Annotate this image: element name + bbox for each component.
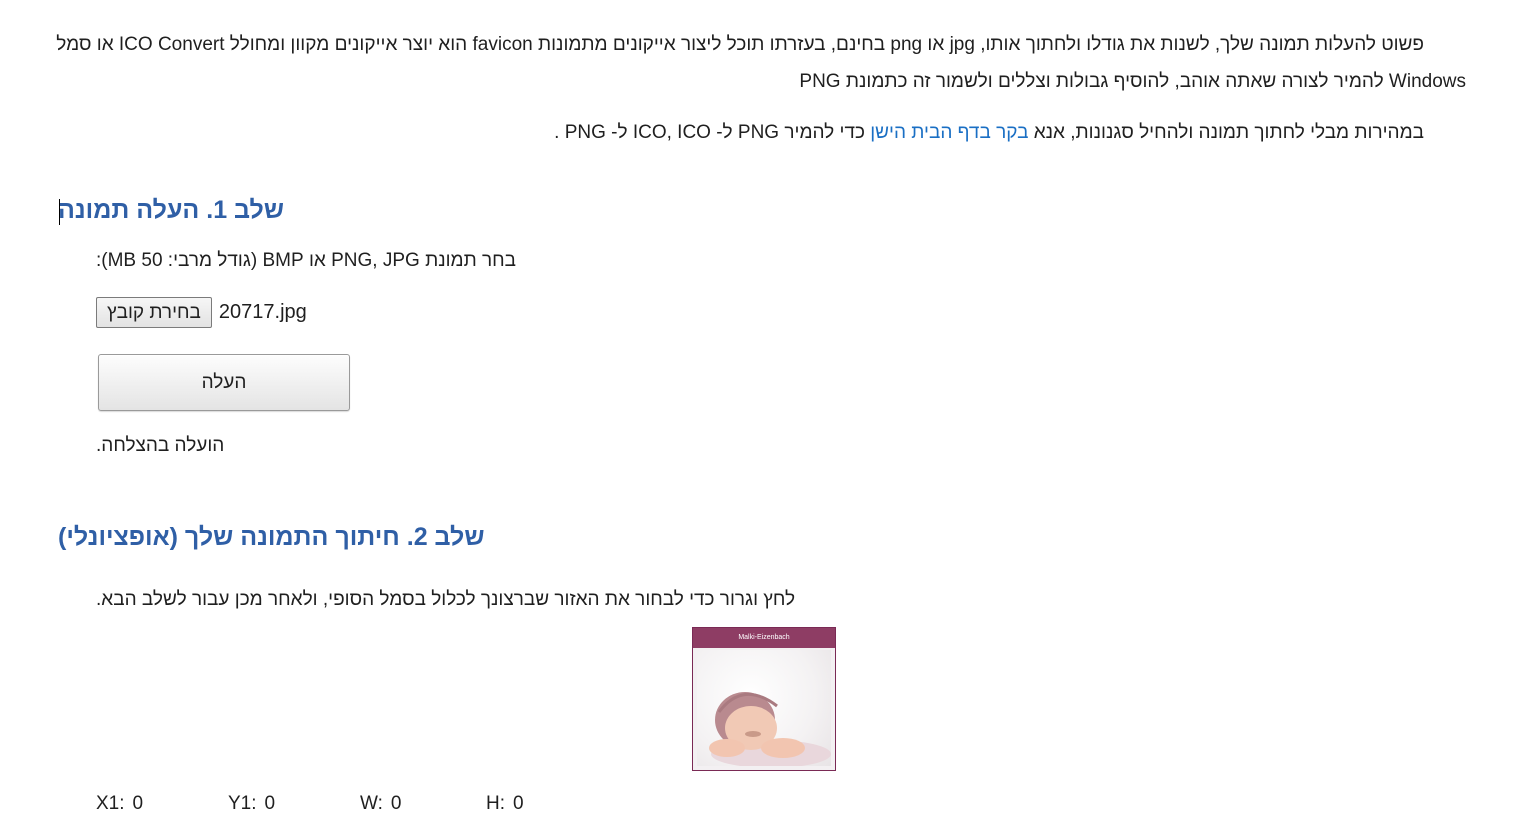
coord-w: W: 0 — [360, 793, 486, 815]
crop-instructions: לחץ וגרור כדי לבחור את האזור שברצונך לכל… — [96, 589, 796, 610]
coord-w-label: W: — [360, 793, 383, 814]
coord-x1-value: 0 — [132, 793, 144, 814]
coord-h: H: 0 — [486, 793, 524, 815]
image-watermark-banner: Malki-Eizenbach — [693, 628, 835, 648]
intro2-text-after: כדי להמיר PNG ל- ICO, ICO ל- PNG . — [554, 122, 871, 143]
baby-photo-illustration — [709, 692, 831, 768]
intro-paragraph-2: במהירות מבלי לחתוך תמונה ולהחיל סגנונות,… — [55, 114, 1466, 151]
coord-y1: Y1: 0 — [228, 793, 360, 815]
text-caret — [59, 199, 60, 225]
file-input-row: בחירת קובץ 20717.jpg — [96, 297, 307, 328]
page: פשוט להעלות תמונה שלך, לשנות את גודלו ול… — [0, 0, 1518, 833]
step2-title: שלב 2. חיתוך התמונה שלך (אופציונלי) — [58, 523, 485, 551]
coord-w-value: 0 — [390, 793, 402, 814]
coord-x1-label: X1: — [96, 793, 125, 814]
coord-y1-value: 0 — [264, 793, 276, 814]
old-homepage-link[interactable]: בקר בדף הבית הישן — [870, 122, 1028, 143]
step1-title: שלב 1. העלה תמונה — [58, 196, 284, 224]
crop-coordinates: X1: 0 Y1: 0 W: 0 H: 0 — [96, 793, 524, 815]
crop-image-area[interactable]: Malki-Eizenbach — [692, 627, 836, 771]
select-file-label: בחר תמונת PNG, JPG או BMP (גודל מרבי: 50… — [96, 250, 517, 271]
selected-file-name: 20717.jpg — [218, 301, 307, 323]
coord-h-label: H: — [486, 793, 505, 814]
upload-button[interactable]: העלה — [98, 354, 350, 411]
intro-text: פשוט להעלות תמונה שלך, לשנות את גודלו ול… — [56, 34, 1466, 92]
intro2-text-before: במהירות מבלי לחתוך תמונה ולהחיל סגנונות,… — [1028, 122, 1424, 143]
coord-y1-label: Y1: — [228, 793, 257, 814]
coord-h-value: 0 — [513, 793, 524, 814]
upload-status: הועלה בהצלחה. — [96, 435, 225, 456]
intro-paragraph: פשוט להעלות תמונה שלך, לשנות את גודלו ול… — [55, 26, 1466, 100]
coord-x1: X1: 0 — [96, 793, 228, 815]
uploaded-photo — [697, 650, 831, 768]
choose-file-button[interactable]: בחירת קובץ — [96, 297, 212, 328]
